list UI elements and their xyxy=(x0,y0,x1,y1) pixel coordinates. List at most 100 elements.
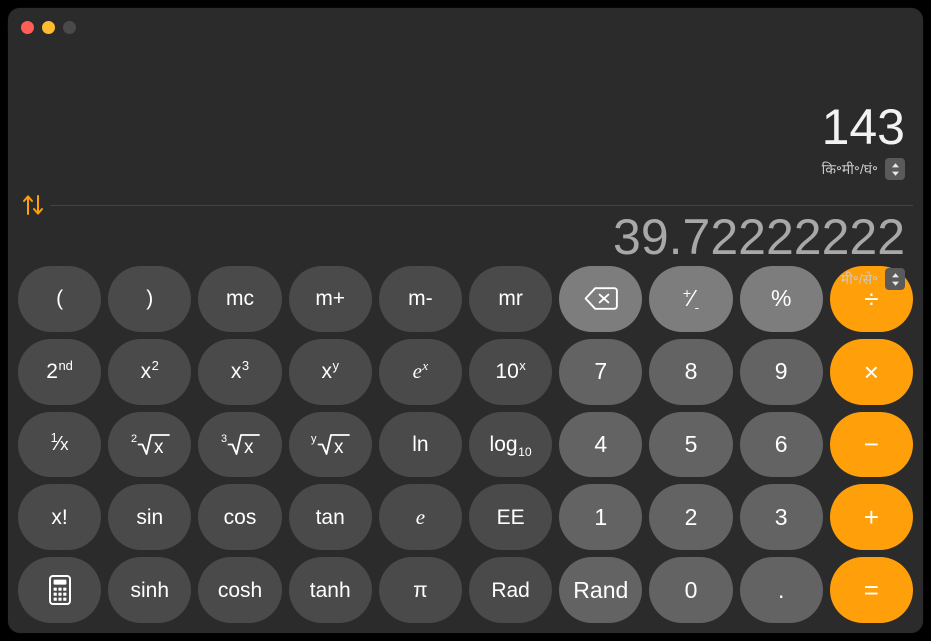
key-digit-7[interactable]: 7 xyxy=(559,338,643,405)
key-exponent-ee[interactable]: EE xyxy=(468,484,553,551)
key-digit-9[interactable]: 9 xyxy=(739,338,823,405)
key-label: 3 xyxy=(774,503,788,530)
svg-text:x: x xyxy=(244,437,254,458)
key-cube[interactable]: x3 xyxy=(198,338,282,405)
key-label: sinh xyxy=(130,578,170,602)
calculator-window: 143 कि॰मी॰/घं॰ 39.72222222 मी॰/से॰ () m… xyxy=(8,8,923,633)
key-cube-root[interactable]: 3x xyxy=(198,411,282,478)
key-label: 5 xyxy=(684,430,698,457)
keypad: () mc m+ m-mr +⁄-% ÷ 2nd x2 x3 xy ex 10x 7 8 9 × 1⁄x 2 x 3 x… xyxy=(8,260,923,633)
key-memory-clear[interactable]: mc xyxy=(198,266,282,332)
key-log-base-10[interactable]: log10 xyxy=(468,411,553,478)
key-open-paren[interactable]: ( xyxy=(18,266,102,332)
output-unit-group[interactable]: मी॰/से॰ xyxy=(841,268,905,290)
key-factorial[interactable]: x! xyxy=(18,484,102,551)
key-label: ( xyxy=(56,287,64,311)
key-label: 8 xyxy=(684,358,698,385)
key-label: ) xyxy=(146,287,154,311)
key-random[interactable]: Rand xyxy=(559,557,643,623)
key-label: tanh xyxy=(309,578,351,602)
svg-text:3: 3 xyxy=(221,433,227,445)
window-controls xyxy=(21,21,76,34)
key-label: 9 xyxy=(774,358,788,385)
key-label: Rand xyxy=(573,576,629,603)
key-label: cos xyxy=(223,505,257,529)
input-unit-label: कि॰मी॰/घं॰ xyxy=(821,160,878,177)
input-value[interactable]: 143 xyxy=(822,100,905,154)
conversion-display: 143 कि॰मी॰/घं॰ 39.72222222 मी॰/से॰ xyxy=(8,52,923,290)
key-hyp-tangent[interactable]: tanh xyxy=(288,557,372,623)
minimize-button[interactable] xyxy=(42,21,55,34)
key-label: m+ xyxy=(315,287,346,311)
key-label: sin xyxy=(136,505,164,529)
key-label: 4 xyxy=(594,430,608,457)
key-label: tan xyxy=(315,505,345,529)
key-decimal[interactable]: . xyxy=(739,557,823,623)
key-digit-8[interactable]: 8 xyxy=(649,338,733,405)
key-digit-2[interactable]: 2 xyxy=(649,484,733,551)
key-label: xy xyxy=(321,358,339,384)
radical-glyph: yx xyxy=(308,430,352,458)
key-basic-mode[interactable] xyxy=(18,557,102,623)
key-label: cosh xyxy=(217,578,263,602)
key-label: 1⁄x xyxy=(50,430,69,456)
key-label: = xyxy=(863,575,879,606)
key-natural-log[interactable]: ln xyxy=(378,411,462,478)
key-label: 2 xyxy=(684,503,698,530)
key-exp-e[interactable]: ex xyxy=(378,338,462,405)
output-value: 39.72222222 xyxy=(613,209,905,265)
key-label: ex xyxy=(412,358,429,384)
input-unit-group[interactable]: कि॰मी॰/घं॰ xyxy=(822,158,905,180)
zoom-button[interactable] xyxy=(63,21,76,34)
key-radians[interactable]: Rad xyxy=(468,557,553,623)
key-pi[interactable]: π xyxy=(378,557,462,623)
key-multiply[interactable]: × xyxy=(829,338,913,405)
radical-glyph: 3x xyxy=(218,430,262,458)
key-label: log10 xyxy=(489,432,532,460)
key-digit-0[interactable]: 0 xyxy=(649,557,733,623)
key-digit-4[interactable]: 4 xyxy=(559,411,643,478)
key-label: 7 xyxy=(594,358,608,385)
key-hyp-cosine[interactable]: cosh xyxy=(198,557,282,623)
input-unit-stepper[interactable] xyxy=(885,158,905,180)
key-second[interactable]: 2nd xyxy=(18,338,102,405)
key-square[interactable]: x2 xyxy=(108,338,192,405)
key-cosine[interactable]: cos xyxy=(198,484,282,551)
key-digit-1[interactable]: 1 xyxy=(559,484,643,551)
key-label: × xyxy=(863,356,879,387)
key-digit-6[interactable]: 6 xyxy=(739,411,823,478)
swap-units-button[interactable] xyxy=(16,193,50,217)
output-unit-label: मी॰/से॰ xyxy=(840,270,878,287)
input-value-group: 143 कि॰मी॰/घं॰ xyxy=(822,100,905,180)
key-euler-e[interactable]: e xyxy=(378,484,462,551)
key-sine[interactable]: sin xyxy=(108,484,192,551)
stepper-up-down-icon xyxy=(891,162,899,176)
key-digit-5[interactable]: 5 xyxy=(649,411,733,478)
key-memory-sub[interactable]: m- xyxy=(378,266,462,332)
key-tangent[interactable]: tan xyxy=(288,484,372,551)
key-equals[interactable]: = xyxy=(829,557,913,623)
output-unit-stepper[interactable] xyxy=(885,268,905,290)
key-label: x2 xyxy=(140,358,159,384)
key-digit-3[interactable]: 3 xyxy=(739,484,823,551)
close-button[interactable] xyxy=(21,21,34,34)
key-label: mr xyxy=(498,287,523,311)
key-close-paren[interactable]: ) xyxy=(108,266,192,332)
key-label: EE xyxy=(496,505,525,529)
key-exp-ten[interactable]: 10x xyxy=(468,338,553,405)
key-power-y[interactable]: xy xyxy=(288,338,372,405)
key-add[interactable]: + xyxy=(829,484,913,551)
key-reciprocal[interactable]: 1⁄x xyxy=(18,411,102,478)
key-subtract[interactable]: − xyxy=(829,411,913,478)
key-label: mc xyxy=(225,287,254,311)
key-memory-recall[interactable]: mr xyxy=(468,266,553,332)
key-label: 2nd xyxy=(46,358,73,384)
key-square-root[interactable]: 2x xyxy=(108,411,192,478)
svg-text:x: x xyxy=(334,437,344,458)
key-label: Rad xyxy=(491,578,530,602)
key-nth-root[interactable]: yx xyxy=(288,411,372,478)
key-label: m- xyxy=(408,287,433,311)
key-memory-add[interactable]: m+ xyxy=(288,266,372,332)
key-hyp-sine[interactable]: sinh xyxy=(108,557,192,623)
key-label: 0 xyxy=(684,576,698,603)
